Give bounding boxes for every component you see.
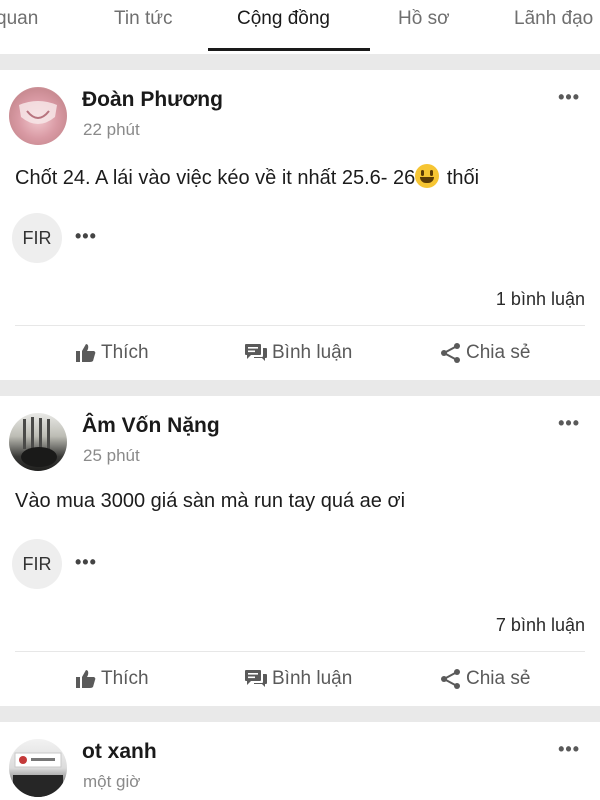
- feed-divider: [0, 54, 600, 70]
- share-label: Chia sẻ: [466, 342, 531, 363]
- tab-news[interactable]: Tin tức: [114, 8, 172, 30]
- share-icon: [441, 343, 460, 363]
- like-label: Thích: [101, 342, 149, 363]
- thumbs-up-icon: [76, 344, 96, 362]
- smile-emoji-icon: [415, 164, 440, 188]
- stock-tag[interactable]: FIR: [12, 213, 62, 263]
- comment-count[interactable]: 7 bình luận: [496, 615, 585, 636]
- share-icon: [441, 669, 460, 689]
- more-options-icon[interactable]: •••: [558, 87, 580, 108]
- post-author[interactable]: Âm Vốn Nặng: [82, 414, 220, 438]
- post-author[interactable]: ot xanh: [82, 740, 157, 764]
- tag-more-icon[interactable]: •••: [75, 226, 97, 247]
- post-card: Âm Vốn Nặng 25 phút ••• Vào mua 3000 giá…: [0, 396, 600, 706]
- comment-button[interactable]: Bình luận: [244, 668, 352, 690]
- avatar[interactable]: [9, 739, 67, 797]
- share-label: Chia sẻ: [466, 668, 531, 689]
- separator: [15, 651, 585, 652]
- comment-label: Bình luận: [272, 342, 353, 363]
- thumbs-up-icon: [76, 670, 96, 688]
- comment-icon: [245, 670, 267, 687]
- avatar-image-icon: [21, 417, 57, 467]
- active-tab-indicator: [208, 48, 370, 51]
- tab-leadership[interactable]: Lãnh đạo: [514, 8, 593, 30]
- avatar[interactable]: [9, 413, 67, 471]
- comment-button[interactable]: Bình luận: [244, 342, 352, 364]
- like-button[interactable]: Thích: [75, 668, 149, 690]
- comment-icon: [245, 344, 267, 361]
- feed-divider: [0, 380, 600, 396]
- tab-bar: quan Tin tức Cộng đồng Hồ sơ Lãnh đạo: [0, 0, 600, 54]
- separator: [15, 325, 585, 326]
- post-content: Chốt 24. A lái vào việc kéo về it nhất 2…: [15, 164, 479, 190]
- comment-label: Bình luận: [272, 668, 353, 689]
- avatar[interactable]: [9, 87, 67, 145]
- feed-divider: [0, 706, 600, 722]
- post-card: ot xanh một giờ •••: [0, 722, 600, 800]
- post-time: 25 phút: [83, 446, 140, 465]
- share-button[interactable]: Chia sẻ: [440, 668, 530, 690]
- tab-community[interactable]: Cộng đồng: [237, 8, 330, 30]
- post-card: Đoàn Phương 22 phút ••• Chốt 24. A lái v…: [0, 70, 600, 380]
- tab-overview[interactable]: quan: [0, 8, 38, 30]
- post-author[interactable]: Đoàn Phương: [82, 88, 223, 112]
- avatar-image-icon: [19, 101, 57, 124]
- post-time: một giờ: [83, 772, 141, 791]
- more-options-icon[interactable]: •••: [558, 413, 580, 434]
- avatar-image-icon: [13, 752, 63, 797]
- tag-more-icon[interactable]: •••: [75, 552, 97, 573]
- post-time: 22 phút: [83, 120, 140, 139]
- comment-count[interactable]: 1 bình luận: [496, 289, 585, 310]
- more-options-icon[interactable]: •••: [558, 739, 580, 760]
- like-label: Thích: [101, 668, 149, 689]
- stock-tag[interactable]: FIR: [12, 539, 62, 589]
- post-content: Vào mua 3000 giá sàn mà run tay quá ae ơ…: [15, 490, 406, 512]
- tab-profile[interactable]: Hồ sơ: [398, 8, 450, 30]
- like-button[interactable]: Thích: [75, 342, 149, 364]
- share-button[interactable]: Chia sẻ: [440, 342, 530, 364]
